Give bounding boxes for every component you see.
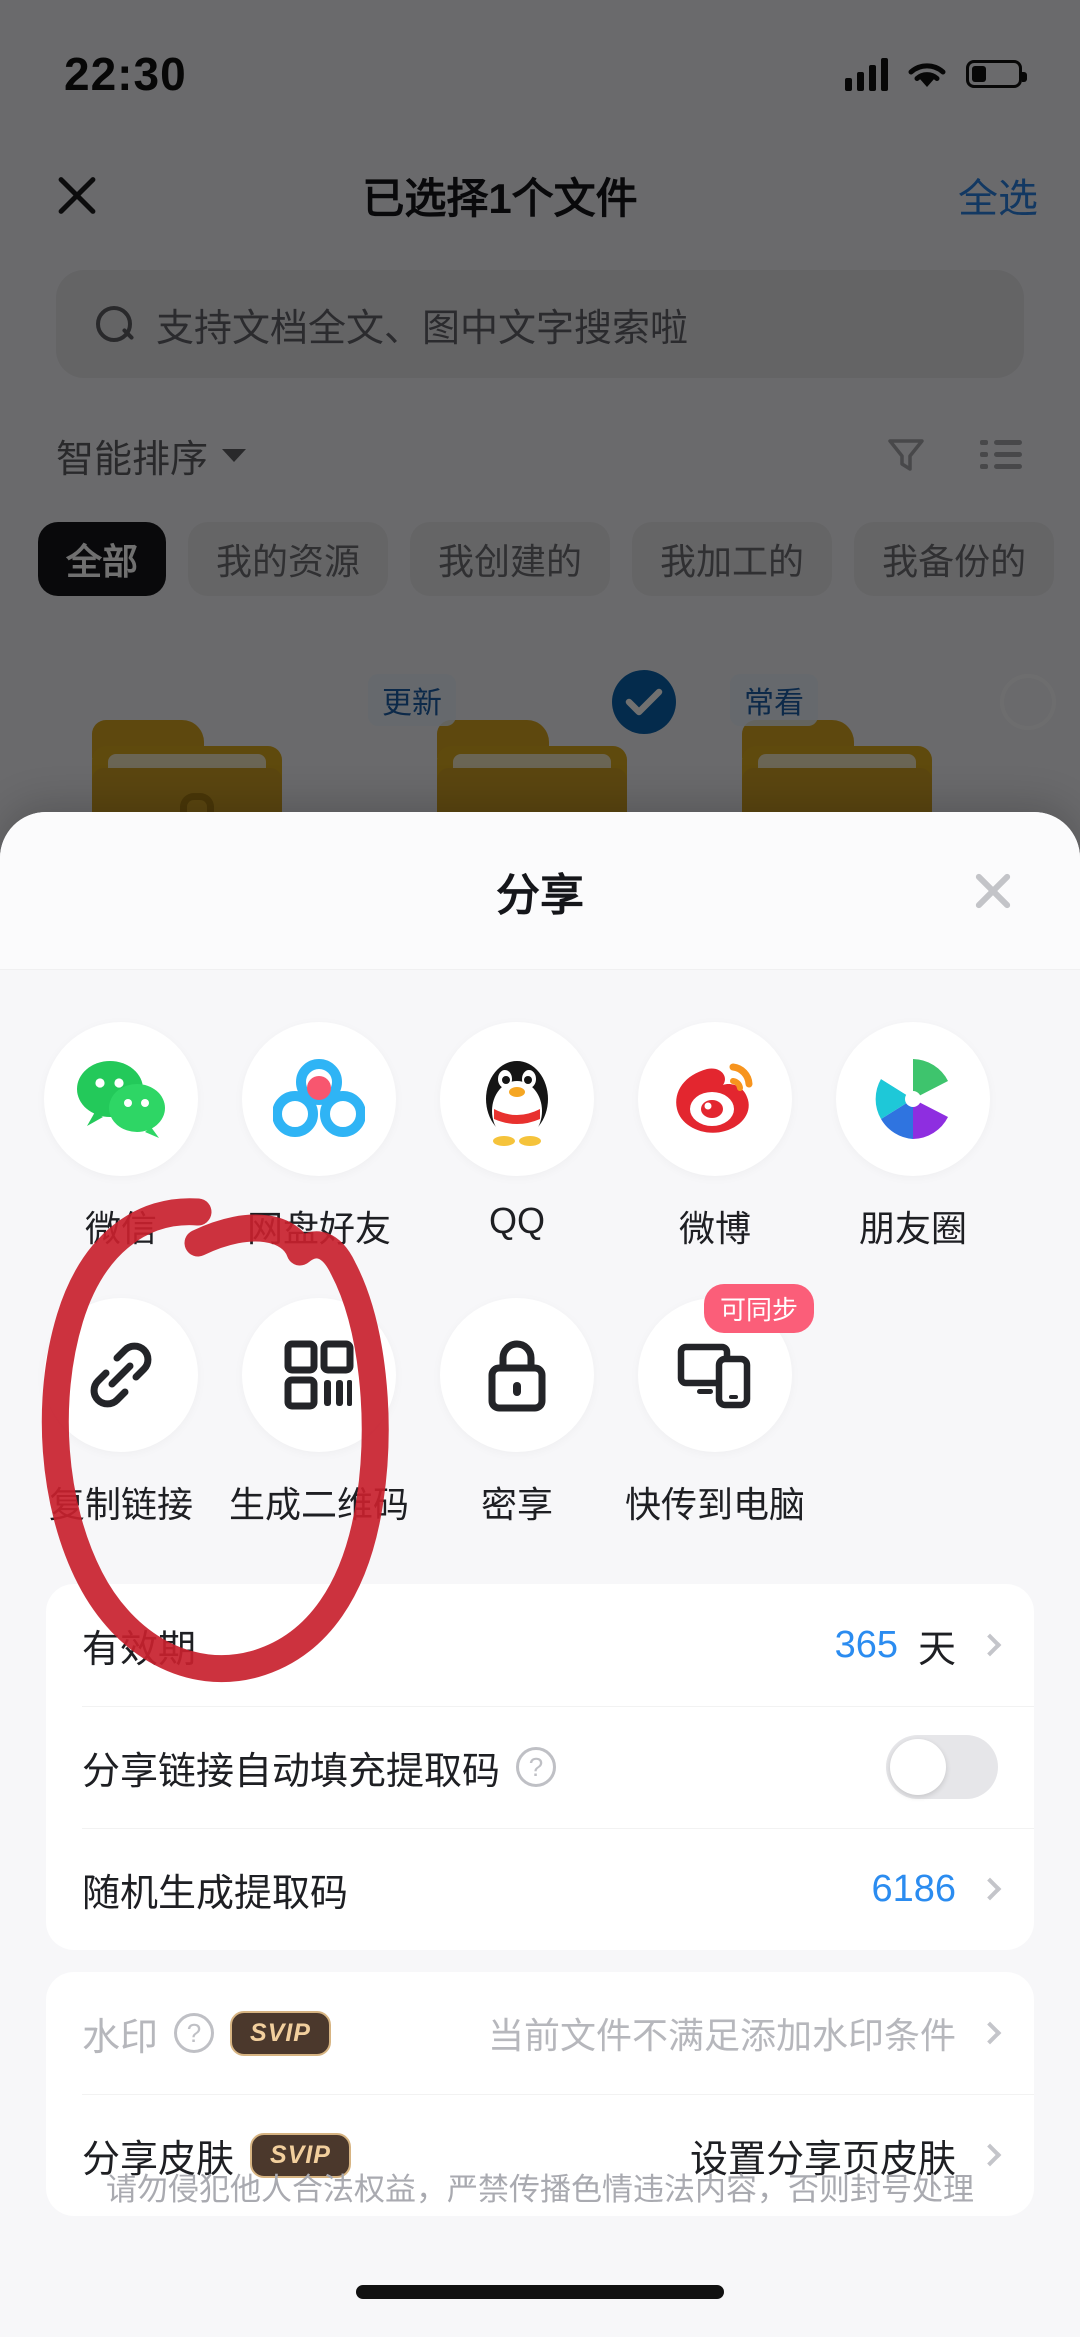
share-target-label: 网盘好友: [246, 1208, 391, 1249]
setting-row-autofill-code[interactable]: 分享链接自动填充提取码 ?: [46, 1706, 1034, 1828]
chevron-right-icon: [978, 1877, 1002, 1901]
share-disclaimer: 请勿侵犯他人合法权益，严禁传播色情违法内容，否则封号处理: [106, 2172, 974, 2207]
share-target-label: 微信: [84, 1208, 157, 1249]
question-mark-icon[interactable]: ?: [174, 2013, 215, 2053]
chevron-right-icon: [978, 2021, 1002, 2045]
chevron-right-icon: [978, 1633, 1002, 1657]
question-mark-icon[interactable]: ?: [516, 1747, 557, 1787]
share-sheet-header: 分享: [0, 812, 1080, 970]
weibo-icon: [638, 1022, 792, 1176]
setting-value: 365 天: [834, 1618, 1002, 1673]
moments-icon: [836, 1022, 990, 1176]
close-icon[interactable]: [964, 862, 1022, 920]
share-action-label: 复制链接: [48, 1484, 193, 1525]
share-action-secret-share[interactable]: 密享: [440, 1298, 594, 1528]
share-target-qq[interactable]: QQ: [440, 1022, 594, 1242]
qrcode-icon: [242, 1298, 396, 1452]
link-icon: [44, 1298, 198, 1452]
share-sheet: 分享 微信 网盘好友 QQ 微博 朋友圈 复制链接 生成二维码 密享 可同步 快…: [0, 812, 1080, 2337]
share-action-label: 密享: [480, 1484, 553, 1525]
lock-icon: [440, 1298, 594, 1452]
wechat-icon: [44, 1022, 198, 1176]
share-targets: 微信 网盘好友 QQ 微博 朋友圈 复制链接 生成二维码 密享 可同步 快传到电…: [0, 970, 1080, 1544]
share-target-moments[interactable]: 朋友圈: [836, 1022, 990, 1252]
home-indicator: [356, 2285, 724, 2299]
setting-row-expiry[interactable]: 有效期 365 天: [46, 1584, 1034, 1706]
setting-label: 有效期: [82, 1628, 197, 1671]
share-action-copy-link[interactable]: 复制链接: [44, 1298, 198, 1528]
setting-row-random-code[interactable]: 随机生成提取码 6186: [46, 1828, 1034, 1950]
qq-icon: [440, 1022, 594, 1176]
share-target-label: 朋友圈: [858, 1208, 967, 1249]
share-sheet-title: 分享: [496, 870, 584, 920]
netdisk-friend-icon: [242, 1022, 396, 1176]
share-target-wechat[interactable]: 微信: [44, 1022, 198, 1252]
setting-row-watermark[interactable]: 水印 ? SVIP 当前文件不满足添加水印条件: [46, 1972, 1034, 2094]
share-settings-card: 有效期 365 天 分享链接自动填充提取码 ? 随机生成提取码 6186: [46, 1584, 1034, 1950]
setting-label-wrap: 分享链接自动填充提取码 ?: [82, 1740, 557, 1795]
watermark-status: 当前文件不满足添加水印条件: [487, 2015, 956, 2056]
autofill-code-toggle[interactable]: [886, 1735, 998, 1799]
share-target-weibo[interactable]: 微博: [638, 1022, 792, 1252]
share-action-label: 快传到电脑: [625, 1484, 806, 1525]
extraction-code-value: 6186: [871, 1867, 956, 1910]
setting-label: 分享链接自动填充提取码: [82, 1750, 501, 1793]
share-target-netdisk-friend[interactable]: 网盘好友: [242, 1022, 396, 1252]
share-action-send-to-pc[interactable]: 可同步 快传到电脑: [625, 1284, 814, 1528]
setting-label: 随机生成提取码: [82, 1872, 349, 1915]
expiry-value: 365: [834, 1623, 898, 1666]
expiry-unit: 天: [917, 1628, 956, 1671]
share-target-label: QQ: [488, 1200, 545, 1241]
setting-label: 水印: [82, 2016, 159, 2059]
phone-screen: 22:30 已选择1个文件 全选 支持文档全文、图中文字搜索啦 智能排序: [0, 0, 1080, 2337]
svip-badge: SVIP: [230, 2010, 331, 2056]
share-target-label: 微博: [678, 1208, 751, 1249]
setting-label-wrap: 水印 ? SVIP: [82, 2006, 331, 2061]
share-targets-row-2: 复制链接 生成二维码 密享 可同步 快传到电脑: [0, 1284, 1080, 1528]
setting-value: 6186: [871, 1867, 1002, 1911]
status-badge: 可同步: [703, 1284, 814, 1333]
share-action-qrcode[interactable]: 生成二维码: [229, 1298, 409, 1528]
chevron-right-icon: [978, 2143, 1002, 2167]
share-targets-row-1: 微信 网盘好友 QQ 微博 朋友圈: [0, 1022, 1080, 1252]
share-action-label: 生成二维码: [229, 1484, 410, 1525]
setting-control: [886, 1735, 998, 1799]
setting-value: 当前文件不满足添加水印条件: [487, 2007, 1002, 2059]
